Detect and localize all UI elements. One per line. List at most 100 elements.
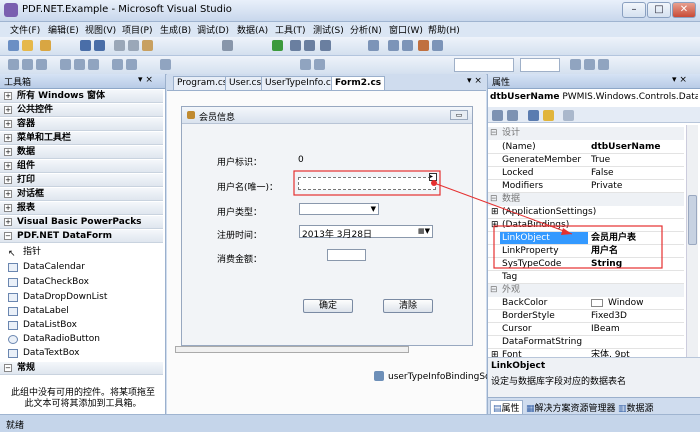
menu-edit[interactable]: 编辑(E)	[48, 23, 79, 36]
same-width-icon[interactable]	[112, 59, 123, 70]
prop-row[interactable]: ⊞ (DataBindings)	[488, 219, 684, 232]
expand-icon[interactable]: +	[4, 190, 12, 198]
form-minimize-button[interactable]: ▭	[450, 110, 468, 120]
menu-file[interactable]: 文件(F)	[10, 23, 40, 36]
undo-icon[interactable]	[222, 40, 233, 51]
menu-view[interactable]: 视图(V)	[85, 23, 116, 36]
property-pages-icon[interactable]	[563, 110, 574, 121]
alphabetical-icon[interactable]	[507, 110, 518, 121]
tab-form2[interactable]: Form2.cs	[331, 76, 386, 90]
maximize-button[interactable]: □	[647, 2, 671, 18]
prop-row[interactable]: (Name) dtbUserName	[488, 141, 684, 154]
align-bottom-icon[interactable]	[88, 59, 99, 70]
expand-icon[interactable]: +	[4, 162, 12, 170]
bold-icon[interactable]	[570, 59, 581, 70]
same-height-icon[interactable]	[126, 59, 137, 70]
menu-test[interactable]: 测试(S)	[313, 23, 344, 36]
toolbox-category-printing[interactable]: + 打印	[0, 174, 163, 187]
send-back-icon[interactable]	[314, 59, 325, 70]
horizontal-scrollbar[interactable]	[175, 346, 409, 353]
step-icon[interactable]	[320, 40, 331, 51]
property-grid-scrollbar[interactable]	[686, 125, 698, 357]
new-project-icon[interactable]	[8, 40, 19, 51]
save-all-icon[interactable]	[94, 40, 105, 51]
tab-properties[interactable]: ▤属性	[490, 400, 523, 415]
add-item-icon[interactable]	[22, 40, 33, 51]
paste-icon[interactable]	[142, 40, 153, 51]
spacing-icon[interactable]	[160, 59, 171, 70]
expand-icon[interactable]: +	[4, 148, 12, 156]
menu-tools[interactable]: 工具(T)	[275, 23, 306, 36]
toolbox-category-dialogs[interactable]: + 对话框	[0, 188, 163, 201]
align-right-icon[interactable]	[36, 59, 47, 70]
tab-solution-explorer[interactable]: ▦解决方案资源管理器	[526, 401, 616, 414]
minimize-button[interactable]: –	[622, 2, 646, 18]
pin-icon[interactable]: ▾ ×	[138, 75, 153, 85]
close-button[interactable]: ✕	[672, 2, 696, 18]
font-size-combo[interactable]	[520, 58, 560, 72]
menu-project[interactable]: 项目(P)	[122, 23, 152, 36]
expand-icon[interactable]: ⊞	[491, 349, 499, 357]
copy-icon[interactable]	[128, 40, 139, 51]
toolbox-item[interactable]: DataDropDownList	[8, 291, 107, 304]
toolbox-category-reports[interactable]: + 报表	[0, 202, 163, 215]
category-data[interactable]: ⊟ 数据	[488, 193, 684, 206]
toolbox-item[interactable]: DataCalendar	[8, 261, 85, 274]
prop-row[interactable]: BorderStyle Fixed3D	[488, 310, 684, 323]
find-icon[interactable]	[368, 40, 379, 51]
collapse-icon[interactable]: −	[4, 364, 12, 372]
prop-row[interactable]: Cursor IBeam	[488, 323, 684, 336]
expand-icon[interactable]: +	[4, 92, 12, 100]
prop-row[interactable]: Tag	[488, 271, 684, 284]
toolbox-category-components[interactable]: + 组件	[0, 160, 163, 173]
pause-icon[interactable]	[290, 40, 301, 51]
menu-analyze[interactable]: 分析(N)	[350, 23, 382, 36]
align-top-icon[interactable]	[60, 59, 71, 70]
tab-data-sources[interactable]: ▥数据源	[618, 401, 654, 414]
object-selector[interactable]: dtbUserName PWMIS.Windows.Controls.DataT…	[490, 91, 698, 105]
toolbox-category-data[interactable]: + 数据	[0, 146, 163, 159]
register-date-picker[interactable]: 2013年 3月28日 ▦▼	[299, 225, 433, 240]
expand-icon[interactable]: +	[4, 134, 12, 142]
toolbox-item[interactable]: DataListBox	[8, 319, 77, 332]
prop-row[interactable]: LinkProperty 用户名	[488, 245, 684, 258]
events-icon[interactable]	[543, 110, 554, 121]
menu-build[interactable]: 生成(B)	[160, 23, 191, 36]
properties-view-icon[interactable]	[528, 110, 539, 121]
prop-row-selected[interactable]: LinkObject 会员用户表	[488, 232, 684, 245]
start-debug-icon[interactable]	[272, 40, 283, 51]
category-design[interactable]: ⊟ 设计	[488, 127, 684, 140]
collapse-icon[interactable]: −	[4, 232, 12, 240]
categorized-icon[interactable]	[492, 110, 503, 121]
prop-row[interactable]: SysTypeCode String	[488, 258, 684, 271]
expand-icon[interactable]: ⊞	[491, 206, 499, 218]
save-icon[interactable]	[80, 40, 91, 51]
tab-user[interactable]: User.cs	[225, 76, 266, 90]
scroll-thumb[interactable]	[688, 195, 697, 245]
align-left-icon[interactable]	[8, 59, 19, 70]
toolbox-item[interactable]: DataLabel	[8, 305, 69, 318]
stop-icon[interactable]	[304, 40, 315, 51]
toolbox-category-powerpacks[interactable]: + Visual Basic PowerPacks	[0, 216, 163, 229]
bring-front-icon[interactable]	[300, 59, 311, 70]
menu-data[interactable]: 数据(A)	[237, 23, 268, 36]
options-icon[interactable]	[432, 40, 443, 51]
open-icon[interactable]	[40, 40, 51, 51]
toolbox-icon[interactable]	[418, 40, 429, 51]
menu-debug[interactable]: 调试(D)	[197, 23, 229, 36]
expand-icon[interactable]: +	[4, 120, 12, 128]
prop-row[interactable]: BackColor Window	[488, 297, 684, 310]
username-input[interactable]	[298, 177, 436, 190]
clear-button[interactable]: 清除	[383, 299, 433, 313]
toolbox-category-containers[interactable]: + 容器	[0, 118, 163, 131]
expand-icon[interactable]: +	[4, 176, 12, 184]
toolbox-category-all[interactable]: + 所有 Windows 窗体	[0, 90, 163, 103]
smart-tag-icon[interactable]: ▸	[429, 173, 437, 181]
toolbox-category-menus[interactable]: + 菜单和工具栏	[0, 132, 163, 145]
cut-icon[interactable]	[114, 40, 125, 51]
pin-icon[interactable]: ▾ ×	[672, 75, 687, 85]
toolbox-category-common[interactable]: + 公共控件	[0, 104, 163, 117]
binding-source-component[interactable]: userTypeInfoBindingSou	[388, 372, 496, 382]
prop-row[interactable]: GenerateMember True	[488, 154, 684, 167]
expand-icon[interactable]: +	[4, 106, 12, 114]
